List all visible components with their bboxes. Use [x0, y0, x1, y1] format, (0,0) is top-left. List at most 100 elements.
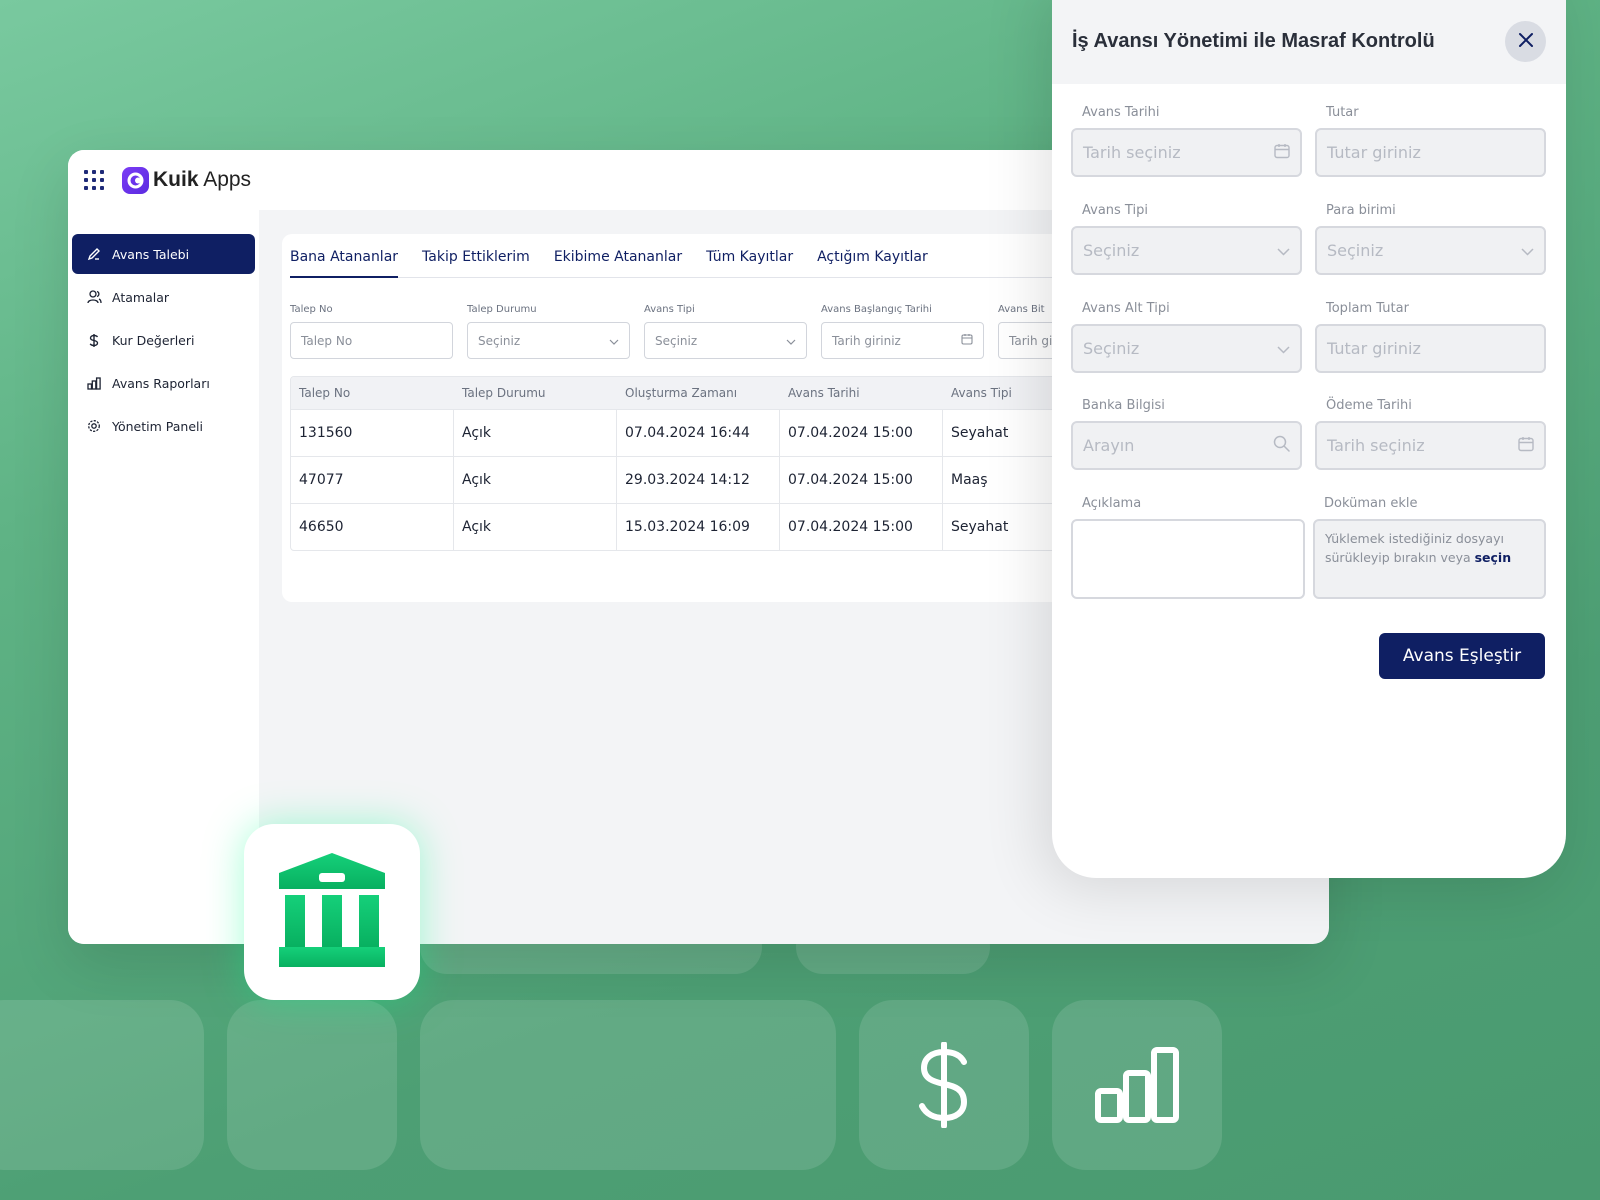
- input-placeholder: Tutar giriniz: [1327, 339, 1421, 358]
- avans-tipi-select[interactable]: Seçiniz: [1071, 226, 1302, 275]
- talep-no-input[interactable]: Talep No: [290, 322, 453, 359]
- input-placeholder: Tutar giriniz: [1327, 143, 1421, 162]
- table-cell: 29.03.2024 14:12: [617, 457, 780, 503]
- column-header: Avans Tarihi: [788, 386, 860, 400]
- table-cell: 07.04.2024 15:00: [780, 457, 943, 503]
- logo-text: Kuik Apps: [153, 168, 252, 191]
- column-header: Oluşturma Zamanı: [625, 386, 738, 400]
- users-icon: [86, 289, 102, 305]
- bar-chart-icon: [1052, 1000, 1222, 1170]
- field-dokuman-ekle: Doküman ekle Yüklemek istediğiniz dosyay…: [1313, 496, 1546, 599]
- file-dropzone[interactable]: Yüklemek istediğiniz dosyayı sürükleyip …: [1313, 519, 1546, 599]
- sidebar-item-label: Atamalar: [112, 289, 170, 305]
- dollar-tile: [859, 1000, 1029, 1170]
- bar-chart-icon: [86, 375, 102, 391]
- avans-alt-tipi-select[interactable]: Seçiniz: [1071, 324, 1302, 373]
- close-icon: [1518, 32, 1534, 52]
- logo: Kuik Apps: [122, 166, 252, 194]
- tab-bana-atananlar[interactable]: Bana Atananlar: [290, 249, 399, 278]
- calendar-icon: [961, 333, 973, 348]
- field-label: Avans Alt Tipi: [1082, 301, 1170, 316]
- avans-baslangic-tarihi-input[interactable]: Tarih giriniz: [821, 322, 984, 359]
- field-avans-alt-tipi: Avans Alt Tipi Seçiniz: [1071, 301, 1302, 373]
- field-label: Avans Tipi: [1082, 203, 1148, 218]
- sidebar-item-label: Kur Değerleri: [112, 332, 195, 348]
- banka-bilgisi-search[interactable]: Arayın: [1071, 421, 1302, 470]
- tab-ekibime-atananlar[interactable]: Ekibime Atananlar: [554, 249, 682, 277]
- select-placeholder: Seçiniz: [1327, 241, 1384, 260]
- aciklama-textarea[interactable]: [1071, 519, 1305, 599]
- sidebar-item-avans-talebi[interactable]: Avans Talebi: [72, 234, 255, 274]
- filter-talep-no: Talep No Talep No: [290, 304, 453, 359]
- column-header: Talep Durumu: [462, 386, 546, 400]
- input-placeholder: Tarih gi: [1009, 333, 1053, 348]
- gear-icon: [86, 418, 102, 434]
- dollar-icon: [86, 332, 102, 348]
- odeme-tarihi-input[interactable]: Tarih seçiniz: [1315, 421, 1546, 470]
- chevron-down-icon: [1277, 241, 1290, 260]
- field-tutar: Tutar Tutar giriniz: [1315, 105, 1546, 177]
- toplam-tutar-input[interactable]: Tutar giriniz: [1315, 324, 1546, 373]
- tab-tum-kayitlar[interactable]: Tüm Kayıtlar: [706, 249, 793, 277]
- select-placeholder: Seçiniz: [1083, 241, 1140, 260]
- table-cell: 131560: [291, 410, 454, 456]
- table-cell: 07.04.2024 15:00: [780, 504, 943, 550]
- chevron-down-icon: [786, 334, 796, 348]
- table-cell: Açık: [454, 504, 617, 550]
- kuik-logo-icon: [122, 166, 149, 194]
- column-header: Talep No: [299, 386, 351, 400]
- table-cell: 46650: [291, 504, 454, 550]
- table-cell: 47077: [291, 457, 454, 503]
- table-cell: 07.04.2024 15:00: [780, 410, 943, 456]
- search-icon: [1273, 435, 1290, 456]
- filter-label: Talep No: [290, 304, 333, 315]
- tab-actigim-kayitlar[interactable]: Açtığım Kayıtlar: [817, 249, 928, 277]
- pencil-icon: [86, 246, 102, 262]
- input-placeholder: Tarih seçiniz: [1327, 436, 1425, 455]
- field-label: Ödeme Tarihi: [1326, 398, 1412, 413]
- panel-title: İş Avansı Yönetimi ile Masraf Kontrolü: [1072, 30, 1435, 52]
- sidebar-item-kur-degerleri[interactable]: Kur Değerleri: [72, 320, 255, 360]
- input-placeholder: Arayın: [1083, 436, 1135, 455]
- talep-durumu-select[interactable]: Seçiniz: [467, 322, 630, 359]
- filter-avans-baslangic-tarihi: Avans Başlangıç Tarihi Tarih giriniz: [821, 304, 984, 359]
- chevron-down-icon: [1277, 339, 1290, 358]
- field-label: Banka Bilgisi: [1082, 398, 1165, 413]
- sidebar-item-label: Avans Talebi: [112, 246, 190, 262]
- sidebar-item-avans-raporlari[interactable]: Avans Raporları: [72, 363, 255, 403]
- filter-talep-durumu: Talep Durumu Seçiniz: [467, 304, 630, 359]
- chevron-down-icon: [609, 334, 619, 348]
- select-placeholder: Seçiniz: [655, 333, 698, 348]
- avans-tarihi-input[interactable]: Tarih seçiniz: [1071, 128, 1302, 177]
- table-cell: Açık: [454, 410, 617, 456]
- input-placeholder: Talep No: [301, 333, 353, 348]
- select-placeholder: Seçiniz: [1083, 339, 1140, 358]
- sidebar-item-yonetim-paneli[interactable]: Yönetim Paneli: [72, 406, 255, 446]
- app-grid-icon[interactable]: [84, 170, 104, 190]
- avans-tipi-select[interactable]: Seçiniz: [644, 322, 807, 359]
- file-select-link[interactable]: seçin: [1475, 550, 1512, 565]
- chart-tile: [1052, 1000, 1222, 1170]
- table-cell: 07.04.2024 16:44: [617, 410, 780, 456]
- field-aciklama: Açıklama: [1071, 496, 1305, 599]
- input-placeholder: Tarih seçiniz: [1083, 143, 1181, 162]
- tab-takip-ettiklerim[interactable]: Takip Ettiklerim: [422, 249, 530, 277]
- calendar-icon: [1518, 436, 1534, 456]
- chevron-down-icon: [1521, 241, 1534, 260]
- field-label: Avans Tarihi: [1082, 105, 1160, 120]
- tutar-input[interactable]: Tutar giriniz: [1315, 128, 1546, 177]
- field-label: Doküman ekle: [1324, 496, 1418, 511]
- field-odeme-tarihi: Ödeme Tarihi Tarih seçiniz: [1315, 398, 1546, 470]
- input-placeholder: Tarih giriniz: [832, 333, 901, 348]
- field-label: Toplam Tutar: [1326, 301, 1409, 316]
- select-placeholder: Seçiniz: [478, 333, 521, 348]
- filter-label: Avans Başlangıç Tarihi: [821, 304, 932, 315]
- sidebar-item-atamalar[interactable]: Atamalar: [72, 277, 255, 317]
- background-tile: [227, 1000, 397, 1170]
- para-birimi-select[interactable]: Seçiniz: [1315, 226, 1546, 275]
- field-avans-tipi: Avans Tipi Seçiniz: [1071, 203, 1302, 275]
- background-tile: [420, 1000, 836, 1170]
- avans-eslestir-button[interactable]: Avans Eşleştir: [1379, 633, 1545, 679]
- close-button[interactable]: [1505, 21, 1546, 62]
- calendar-icon: [1274, 143, 1290, 163]
